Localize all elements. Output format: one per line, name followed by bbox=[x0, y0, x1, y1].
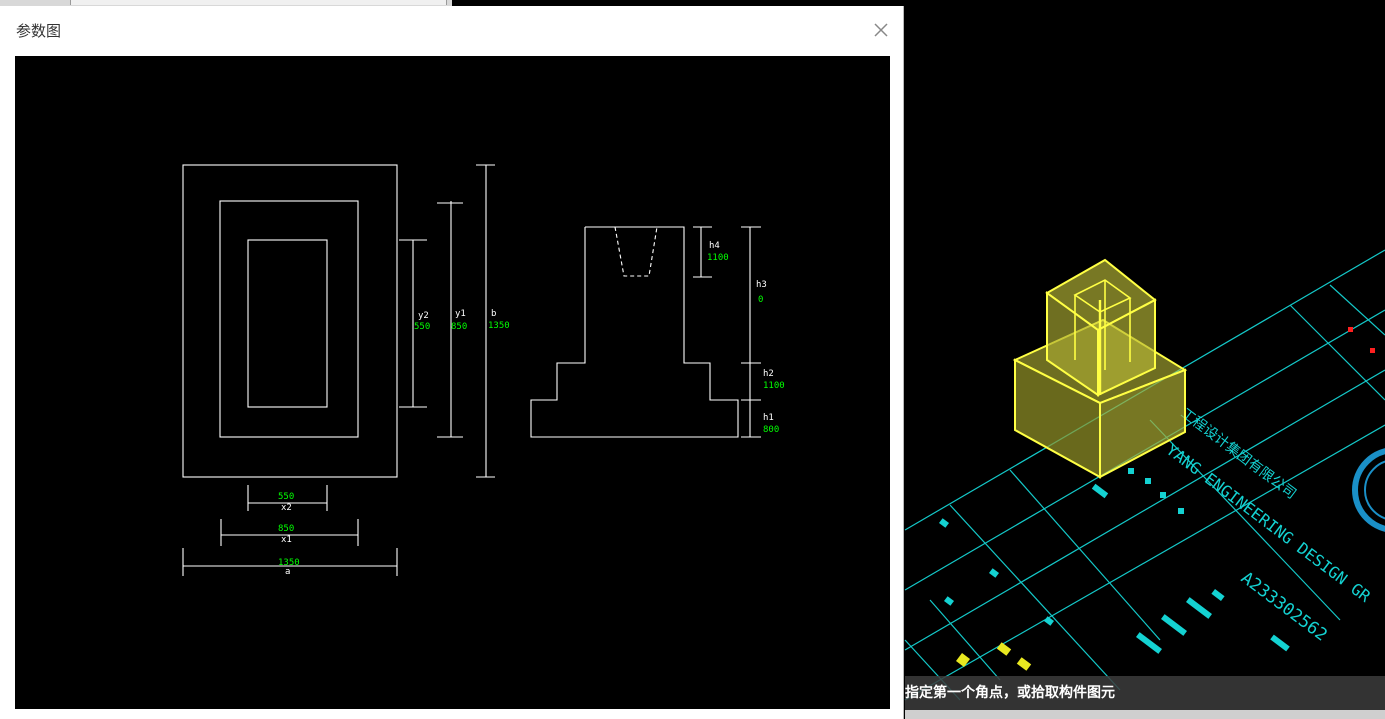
close-button[interactable] bbox=[868, 18, 894, 42]
company-en-text: YANG ENGINEERING DESIGN GR bbox=[1163, 440, 1375, 606]
diagram-canvas: y2 550 y1 850 b 1350 550 x2 850 x1 1350 … bbox=[15, 56, 890, 709]
parameter-diagram-dialog: 参数图 y2 550 y1 850 b 1350 550 x2 850 x1 1… bbox=[0, 6, 904, 719]
plan-outer-rect bbox=[182, 164, 398, 478]
dim-label-h4: h4 bbox=[709, 241, 720, 251]
status-strip bbox=[905, 710, 1385, 719]
dim-label-x1: x1 bbox=[281, 535, 292, 545]
command-prompt-text: 指定第一个角点，或拾取构件图元 bbox=[905, 685, 1115, 701]
dim-value-x1: 850 bbox=[278, 524, 294, 534]
dim-value-h4: 1100 bbox=[707, 253, 729, 263]
dim-value-h1: 800 bbox=[763, 425, 779, 435]
plan-middle-rect bbox=[219, 200, 359, 438]
dim-label-y1: y1 bbox=[455, 309, 466, 319]
dim-value-b: 1350 bbox=[488, 321, 510, 331]
pedestal-3d-model bbox=[1012, 258, 1188, 479]
command-prompt-bar: 指定第一个角点，或拾取构件图元 bbox=[905, 676, 1385, 710]
close-icon bbox=[874, 23, 888, 37]
dim-label-x2: x2 bbox=[281, 503, 292, 513]
dim-value-y1: 850 bbox=[451, 322, 467, 332]
dim-label-h2: h2 bbox=[763, 369, 774, 379]
dim-value-x2: 550 bbox=[278, 492, 294, 502]
dialog-title: 参数图 bbox=[16, 22, 62, 40]
project-code-text: A233302562 bbox=[1237, 568, 1331, 646]
plan-inner-rect bbox=[247, 239, 328, 408]
dim-value-y2: 550 bbox=[414, 322, 430, 332]
dim-label-h1: h1 bbox=[763, 413, 774, 423]
dim-value-h3: 0 bbox=[758, 295, 763, 305]
dim-label-a: a bbox=[285, 567, 290, 577]
dim-value-h2: 1100 bbox=[763, 381, 785, 391]
dim-label-b: b bbox=[491, 309, 496, 319]
dim-label-y2: y2 bbox=[418, 311, 429, 321]
dim-label-h3: h3 bbox=[756, 280, 767, 290]
